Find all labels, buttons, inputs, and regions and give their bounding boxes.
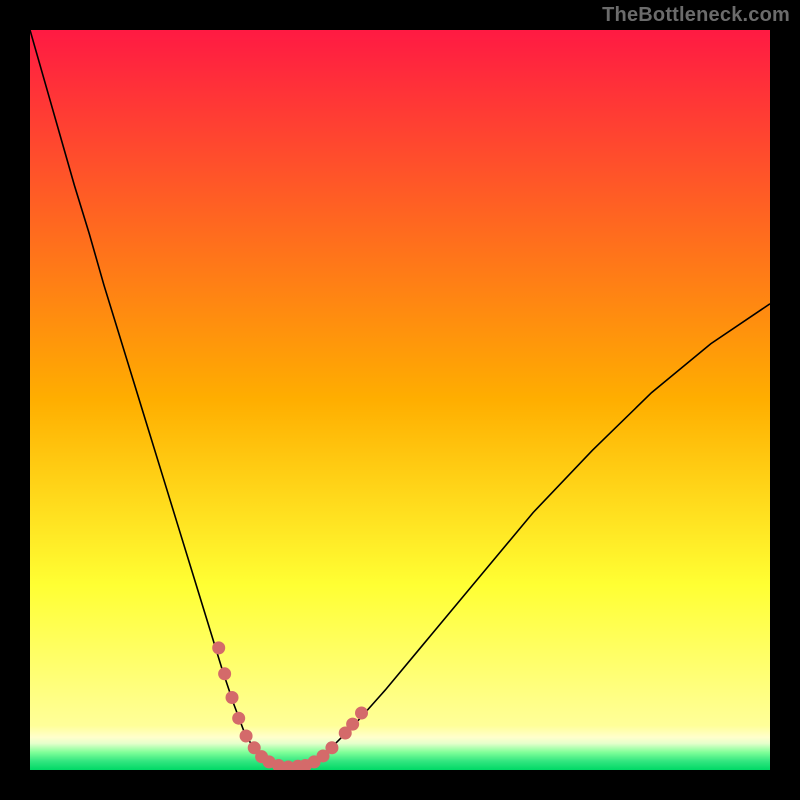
watermark-text: TheBottleneck.com (602, 4, 790, 27)
chart-background (30, 30, 770, 770)
chart-frame: TheBottleneck.com (0, 0, 800, 800)
bottleneck-chart (30, 30, 770, 770)
